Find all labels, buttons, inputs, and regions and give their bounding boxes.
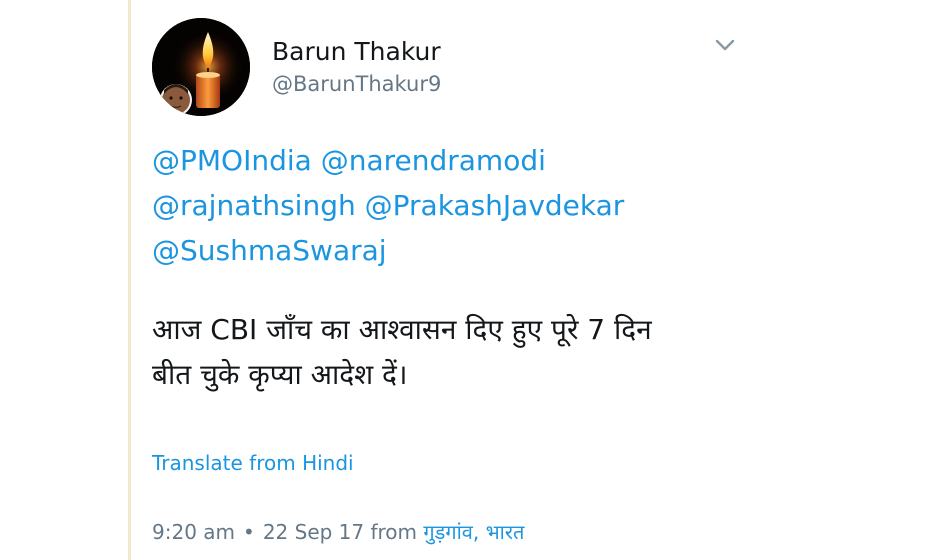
mention-link[interactable]: @SushmaSwaraj — [152, 234, 387, 267]
mention-link[interactable]: @rajnathsingh — [152, 189, 356, 222]
meta-separator: • — [243, 520, 255, 544]
chevron-down-icon[interactable] — [712, 32, 738, 58]
tweet-meta: 9:20 am • 22 Sep 17 from गुड़गांव, भारत — [152, 518, 524, 545]
mention-line: @PMOIndia @narendramodi — [152, 138, 792, 183]
tweet-time[interactable]: 9:20 am — [152, 520, 235, 544]
mention-link[interactable]: @narendramodi — [321, 144, 546, 177]
translate-link[interactable]: Translate from Hindi — [152, 451, 354, 475]
mention-line: @SushmaSwaraj — [152, 228, 792, 273]
tweet: Barun Thakur @BarunThakur9 @PMOIndia @na… — [152, 0, 912, 560]
mention-link[interactable]: @PrakashJavdekar — [365, 189, 625, 222]
tweet-message-line: आज CBI जाँच का आश्वासन दिए हुए पूरे 7 दि… — [152, 313, 652, 346]
tweet-message-line: बीत चुके कृप्या आदेश दें। — [152, 358, 408, 391]
location-link[interactable]: गुड़गांव, भारत — [423, 520, 524, 544]
mention-line: @rajnathsingh @PrakashJavdekar — [152, 183, 792, 228]
avatar[interactable] — [152, 18, 250, 116]
tweet-text: @PMOIndia @narendramodi @rajnathsingh @P… — [152, 138, 792, 397]
tweet-date[interactable]: 22 Sep 17 — [263, 520, 364, 544]
from-label: from — [370, 520, 418, 544]
tweet-message: आज CBI जाँच का आश्वासन दिए हुए पूरे 7 दि… — [152, 307, 792, 397]
candle-photo-icon — [152, 18, 250, 116]
mention-link[interactable]: @PMOIndia — [152, 144, 312, 177]
author-handle[interactable]: @BarunThakur9 — [272, 72, 441, 96]
author-name[interactable]: Barun Thakur — [272, 37, 441, 66]
thread-line — [128, 0, 131, 560]
